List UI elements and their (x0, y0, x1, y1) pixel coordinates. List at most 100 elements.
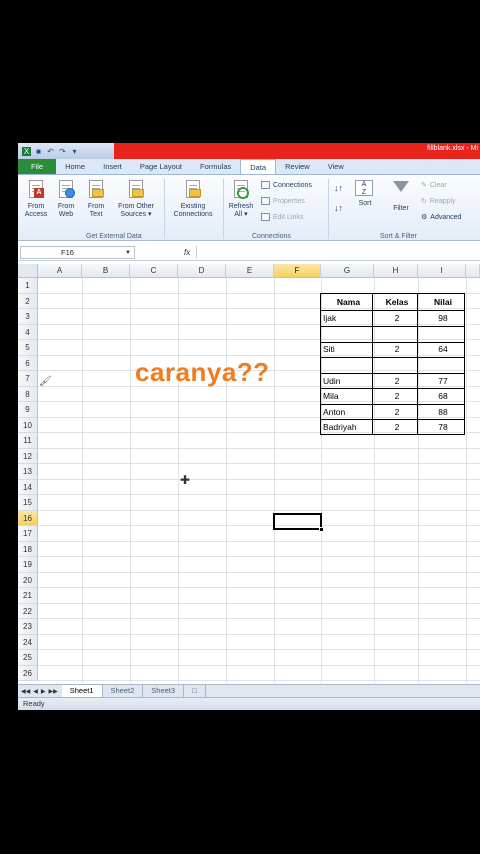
cell-nama[interactable]: Siti (321, 342, 374, 357)
row-header-11[interactable]: 11 (18, 433, 38, 449)
row-header-13[interactable]: 13 (18, 464, 38, 480)
row-header-23[interactable]: 23 (18, 619, 38, 635)
from-access-button[interactable]: A From Access (22, 179, 50, 219)
from-web-button[interactable]: From Web (54, 179, 78, 219)
sort-button[interactable]: Sort (354, 200, 376, 208)
cell-kelas[interactable]: 2 (374, 389, 418, 404)
row-header-16[interactable]: 16 (18, 510, 38, 526)
table-header-nama[interactable]: Nama (321, 295, 374, 310)
row-header-8[interactable]: 8 (18, 386, 38, 402)
tab-data[interactable]: Data (240, 159, 277, 174)
row-header-1[interactable]: 1 (18, 278, 38, 294)
first-sheet-icon[interactable]: ◀◀ (21, 688, 30, 695)
redo-icon[interactable]: ↷ (58, 147, 67, 156)
table-header-nilai[interactable]: Nilai (418, 295, 466, 310)
tab-review[interactable]: Review (276, 159, 319, 174)
cell-nama[interactable]: Badriyah (321, 420, 374, 435)
column-header-C[interactable]: C (130, 264, 178, 278)
cell-nama[interactable]: Ijak (321, 311, 374, 326)
customize-toolbar-icon[interactable]: ▾ (70, 147, 79, 156)
prev-sheet-icon[interactable]: ◀ (33, 688, 38, 695)
tab-formulas[interactable]: Formulas (191, 159, 240, 174)
row-header-21[interactable]: 21 (18, 588, 38, 604)
name-box-dropdown-icon[interactable]: ▼ (125, 247, 131, 259)
column-header-E[interactable]: E (226, 264, 274, 278)
cell-nama[interactable] (321, 327, 374, 342)
row-header-17[interactable]: 17 (18, 526, 38, 542)
cell-nilai[interactable]: 88 (418, 405, 466, 420)
row-header-26[interactable]: 26 (18, 665, 38, 681)
table-header-kelas[interactable]: Kelas (374, 295, 418, 310)
active-cell-F16[interactable] (273, 513, 322, 530)
row-header-4[interactable]: 4 (18, 324, 38, 340)
row-header-7[interactable]: 7 (18, 371, 38, 387)
column-header-I[interactable]: I (418, 264, 466, 278)
cell-nama[interactable]: Udin (321, 374, 374, 389)
row-header-18[interactable]: 18 (18, 541, 38, 557)
sheet-tab-1[interactable]: Sheet1 (61, 685, 103, 697)
cell-nama[interactable]: Anton (321, 405, 374, 420)
row-header-20[interactable]: 20 (18, 572, 38, 588)
cell-nilai[interactable]: 68 (418, 389, 466, 404)
from-other-sources-button[interactable]: From Other Sources ▾ (113, 179, 159, 219)
filter-button[interactable]: Filter (390, 179, 412, 213)
connections-button[interactable]: Connections (261, 181, 312, 189)
insert-sheet-icon[interactable]: □ (184, 685, 206, 697)
column-header-A[interactable]: A (38, 264, 82, 278)
cell-kelas[interactable]: 2 (374, 342, 418, 357)
column-header-H[interactable]: H (374, 264, 418, 278)
reapply-button[interactable]: ↻ Reapply (421, 197, 456, 206)
edit-links-button[interactable]: Edit Links (261, 213, 303, 221)
cell-kelas[interactable]: 2 (374, 405, 418, 420)
row-header-15[interactable]: 15 (18, 495, 38, 511)
sort-za-button[interactable]: ↓↑ (334, 203, 343, 213)
existing-connections-button[interactable]: Existing Connections (168, 179, 218, 219)
row-header-6[interactable]: 6 (18, 355, 38, 371)
cell-nilai[interactable]: 78 (418, 420, 466, 435)
cell-kelas[interactable] (374, 358, 418, 373)
row-header-10[interactable]: 10 (18, 417, 38, 433)
from-text-button[interactable]: From Text (84, 179, 108, 219)
advanced-filter-button[interactable]: ⚙ Advanced (421, 213, 461, 222)
row-header-12[interactable]: 12 (18, 448, 38, 464)
row-header-22[interactable]: 22 (18, 603, 38, 619)
fill-handle[interactable] (319, 527, 324, 532)
cell-nama[interactable]: Mila (321, 389, 374, 404)
row-header-9[interactable]: 9 (18, 402, 38, 418)
cell-nilai[interactable]: 77 (418, 374, 466, 389)
row-header-2[interactable]: 2 (18, 293, 38, 309)
clear-filter-button[interactable]: ✎ Clear (421, 181, 447, 190)
refresh-all-button[interactable]: Refresh All ▾ (226, 179, 256, 219)
column-header-D[interactable]: D (178, 264, 226, 278)
tab-page-layout[interactable]: Page Layout (131, 159, 191, 174)
insert-function-icon[interactable]: fx (184, 248, 190, 257)
row-header-14[interactable]: 14 (18, 479, 38, 495)
tab-insert[interactable]: Insert (94, 159, 131, 174)
sheet-tab-2[interactable]: Sheet2 (103, 685, 144, 697)
row-header-24[interactable]: 24 (18, 634, 38, 650)
row-header-25[interactable]: 25 (18, 650, 38, 666)
cell-nama[interactable] (321, 358, 374, 373)
cell-nilai[interactable]: 64 (418, 342, 466, 357)
row-header-19[interactable]: 19 (18, 557, 38, 573)
tab-file[interactable]: File (18, 159, 57, 174)
last-sheet-icon[interactable]: ▶▶ (48, 688, 57, 695)
cell-kelas[interactable]: 2 (374, 374, 418, 389)
undo-icon[interactable]: ↶ (46, 147, 55, 156)
tab-home[interactable]: Home (56, 159, 94, 174)
sheet-tab-3[interactable]: Sheet3 (143, 685, 185, 697)
sort-az-button[interactable]: ↓↑ (334, 183, 343, 193)
cell-kelas[interactable]: 2 (374, 311, 418, 326)
column-header-G[interactable]: G (321, 264, 374, 278)
tab-view[interactable]: View (319, 159, 353, 174)
column-header-B[interactable]: B (82, 264, 130, 278)
column-header-F[interactable]: F (274, 264, 321, 278)
cell-nilai[interactable]: 98 (418, 311, 466, 326)
next-sheet-icon[interactable]: ▶ (41, 688, 46, 695)
row-header-3[interactable]: 3 (18, 309, 38, 325)
cell-kelas[interactable] (374, 327, 418, 342)
name-box[interactable]: F16 ▼ (20, 245, 135, 259)
column-header-J[interactable] (466, 264, 480, 278)
properties-button[interactable]: Properties (261, 197, 305, 205)
select-all-corner[interactable] (18, 264, 38, 278)
